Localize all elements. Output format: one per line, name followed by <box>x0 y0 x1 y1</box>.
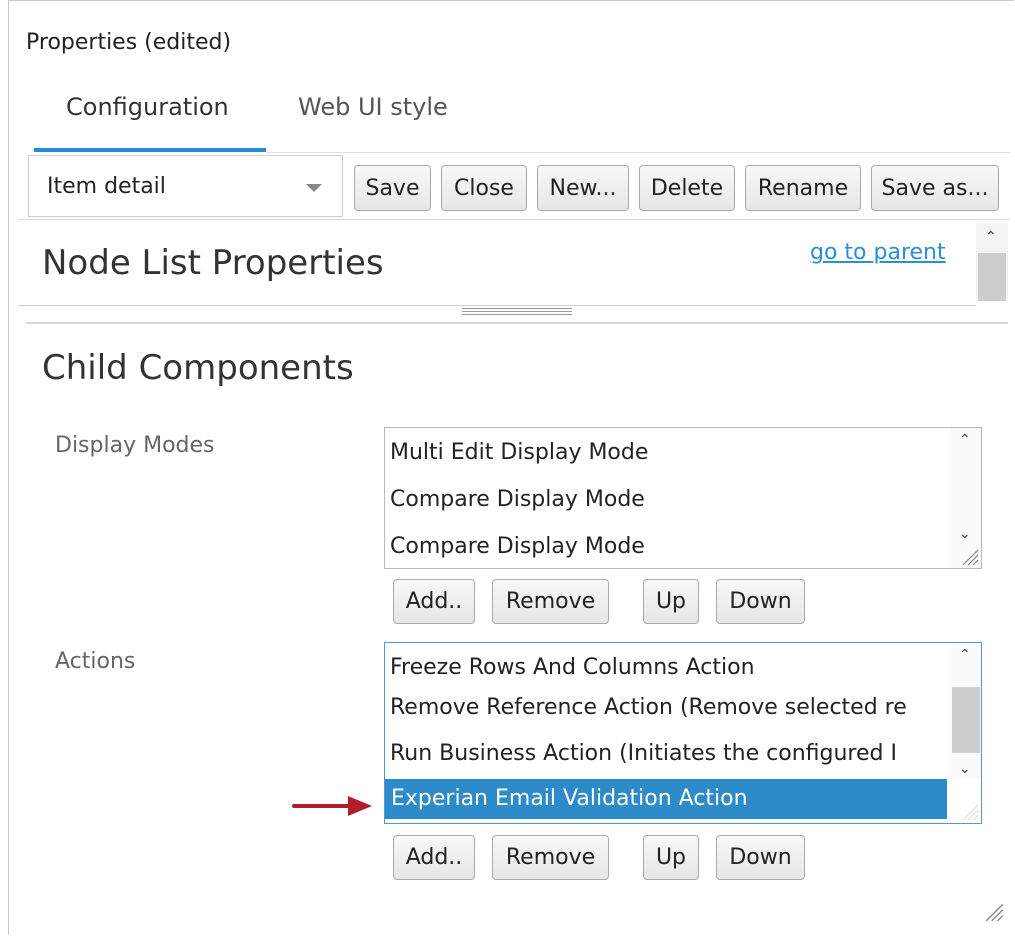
actions-add-button[interactable]: Add.. <box>393 835 475 880</box>
save-button[interactable]: Save <box>354 165 431 211</box>
header-scrollbar[interactable]: ⌃ <box>976 223 1008 301</box>
tab-configuration[interactable]: Configuration <box>66 93 229 121</box>
scroll-up-icon[interactable]: ⌃ <box>985 229 997 245</box>
view-select[interactable]: Item detail <box>28 155 343 217</box>
active-tab-indicator <box>34 148 266 152</box>
page-title: Node List Properties <box>42 243 384 283</box>
actions-list[interactable]: Freeze Rows And Columns Action Remove Re… <box>384 642 982 824</box>
display-modes-scrollbar[interactable]: ⌃ ⌄ <box>951 428 981 568</box>
scroll-up-icon[interactable]: ⌃ <box>959 432 971 448</box>
annotation-arrow-icon <box>292 796 372 816</box>
list-item[interactable]: Compare Display Mode <box>390 487 645 512</box>
display-modes-label: Display Modes <box>55 433 215 458</box>
header-divider <box>18 305 976 306</box>
scroll-down-icon[interactable]: ⌄ <box>959 761 971 777</box>
rename-button[interactable]: Rename <box>745 165 861 211</box>
splitter-handle[interactable] <box>462 308 572 318</box>
actions-scrollbar[interactable]: ⌃ ⌄ <box>951 643 981 779</box>
view-select-value: Item detail <box>47 174 166 199</box>
delete-button[interactable]: Delete <box>639 165 735 211</box>
list-item[interactable]: Run Business Action (Initiates the confi… <box>390 741 897 766</box>
display-modes-list[interactable]: Multi Edit Display Mode Compare Display … <box>384 427 982 569</box>
actions-down-button[interactable]: Down <box>716 835 805 880</box>
resize-grip-icon[interactable] <box>961 548 979 566</box>
list-item[interactable]: Freeze Rows And Columns Action <box>390 655 755 680</box>
tab-web-ui-style[interactable]: Web UI style <box>298 93 448 121</box>
list-item-selected[interactable]: Experian Email Validation Action <box>385 779 947 819</box>
panel-resize-grip-icon[interactable] <box>984 902 1004 922</box>
list-item[interactable]: Multi Edit Display Mode <box>390 440 648 465</box>
close-button[interactable]: Close <box>441 165 527 211</box>
new-button[interactable]: New... <box>537 165 629 211</box>
list-item[interactable]: Compare Display Mode <box>390 534 645 559</box>
section-title: Child Components <box>42 348 354 388</box>
toolbar-divider <box>18 219 1010 220</box>
display-modes-add-button[interactable]: Add.. <box>393 579 475 624</box>
display-modes-down-button[interactable]: Down <box>716 579 805 624</box>
actions-label: Actions <box>55 649 136 674</box>
splitter-divider <box>26 322 1008 324</box>
actions-up-button[interactable]: Up <box>643 835 699 880</box>
save-as-button[interactable]: Save as... <box>871 165 999 211</box>
display-modes-up-button[interactable]: Up <box>643 579 699 624</box>
window-title: Properties (edited) <box>26 30 232 55</box>
display-modes-remove-button[interactable]: Remove <box>492 579 609 624</box>
chevron-down-icon <box>306 184 322 192</box>
scrollbar-thumb[interactable] <box>978 253 1006 301</box>
tab-divider <box>266 152 1010 153</box>
resize-grip-icon[interactable] <box>961 803 979 821</box>
scroll-down-icon[interactable]: ⌄ <box>959 526 971 542</box>
scrollbar-thumb[interactable] <box>952 687 980 753</box>
go-to-parent-link[interactable]: go to parent <box>810 240 946 265</box>
list-item[interactable]: Remove Reference Action (Remove selected… <box>390 695 907 720</box>
actions-remove-button[interactable]: Remove <box>492 835 609 880</box>
scroll-up-icon[interactable]: ⌃ <box>959 647 971 663</box>
